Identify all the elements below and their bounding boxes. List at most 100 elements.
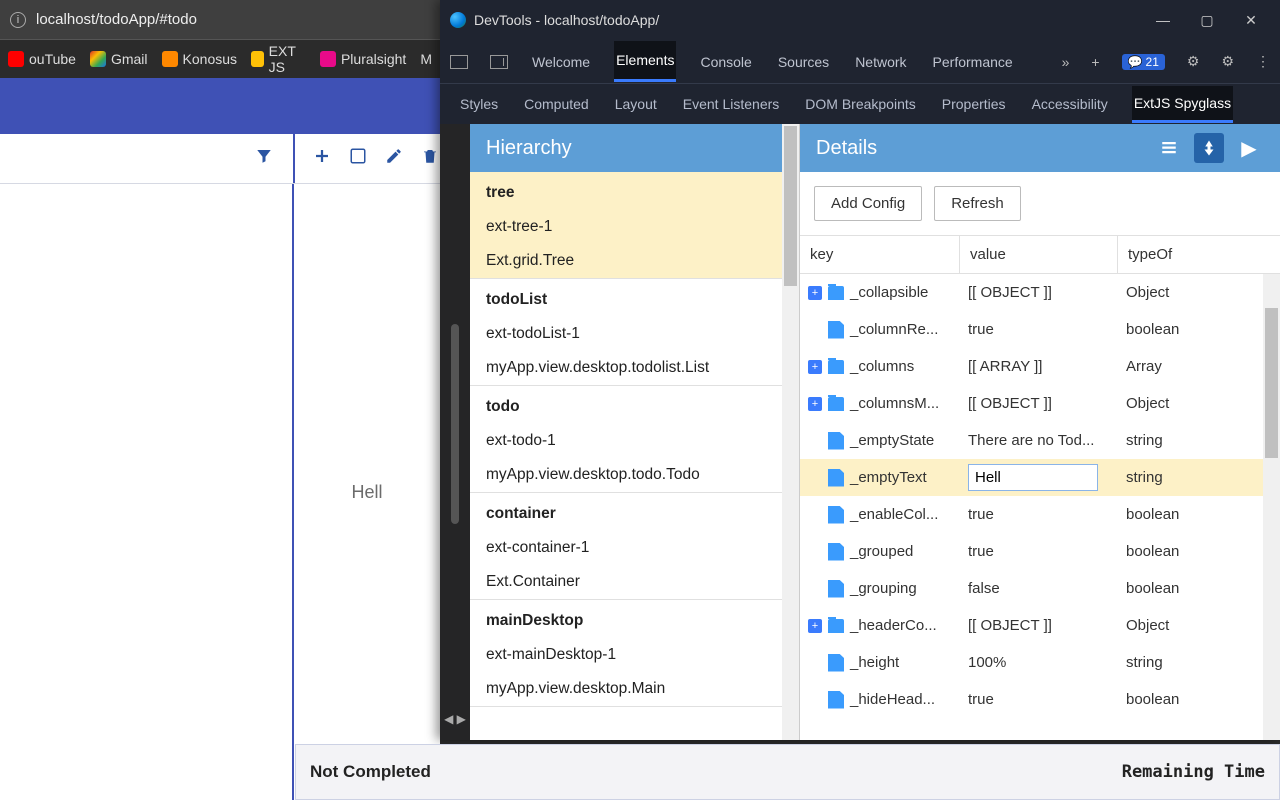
grid-row[interactable]: +_enableCol...trueboolean [800,496,1280,533]
hierarchy-row[interactable]: tree [470,172,799,210]
maximize-button[interactable]: ▢ [1198,12,1216,29]
hierarchy-row[interactable]: ext-container-1 [470,531,799,565]
bookmark-konosus[interactable]: Konosus [162,51,237,67]
trash-icon[interactable] [421,147,439,170]
bookmark-youtube[interactable]: ouTube [8,51,76,67]
subtab-styles[interactable]: Styles [458,87,500,121]
grid-row[interactable]: +_collapsible[[ OBJECT ]]Object [800,274,1280,311]
hierarchy-row[interactable]: todo [470,386,799,424]
grid-row[interactable]: +_height100%string [800,644,1280,681]
key-text: _grouped [850,543,913,560]
details-panel: Details ▶ Add Config Refresh key value t… [800,124,1280,740]
hierarchy-row[interactable]: ext-todo-1 [470,424,799,458]
hierarchy-scrollbar[interactable] [782,124,799,740]
devtools-titlebar[interactable]: DevTools - localhost/todoApp/ — ▢ ✕ [440,0,1280,40]
hierarchy-row[interactable]: myApp.view.desktop.Main [470,672,799,706]
col-value[interactable]: value [960,236,1118,273]
info-icon[interactable]: i [10,12,26,28]
issues-badge[interactable]: 💬21 [1122,54,1165,70]
grid-row[interactable]: +_columnsM...[[ OBJECT ]]Object [800,385,1280,422]
plus-icon[interactable]: + [1091,54,1099,70]
add-icon[interactable] [313,147,331,170]
expand-icon[interactable]: + [808,286,822,300]
hierarchy-row[interactable]: myApp.view.desktop.todolist.List [470,351,799,385]
grid-row[interactable]: +_emptyStateThere are no Tod...string [800,422,1280,459]
key-text: _headerCo... [850,617,937,634]
tree-view-icon[interactable] [1194,133,1224,163]
gutter-arrows[interactable]: ◀ ▶ [440,712,470,726]
key-text: _columnRe... [850,321,938,338]
inspect-icon[interactable] [450,55,468,69]
expand-icon[interactable]: + [808,397,822,411]
tab-network[interactable]: Network [853,43,908,81]
tab-sources[interactable]: Sources [776,43,831,81]
bookmark-pluralsight[interactable]: Pluralsight [320,51,406,67]
grid-row[interactable]: +_groupedtrueboolean [800,533,1280,570]
refresh-button[interactable]: Refresh [934,186,1021,221]
hierarchy-row[interactable]: myApp.view.desktop.todo.Todo [470,458,799,492]
grid-row[interactable]: +_columns[[ ARRAY ]]Array [800,348,1280,385]
gutter-scrollbar[interactable] [451,324,459,524]
bookmark-extjs[interactable]: EXT JS [251,43,306,75]
hierarchy-row[interactable]: Ext.grid.Tree [470,244,799,278]
url-text: localhost/todoApp/#todo [36,11,197,28]
hierarchy-group[interactable]: containerext-container-1Ext.Container [470,493,799,600]
checkbox-icon[interactable] [349,147,367,170]
more-tabs-icon[interactable]: » [1062,54,1070,70]
hierarchy-group[interactable]: treeext-tree-1Ext.grid.Tree [470,172,799,279]
subtab-extjs-spyglass[interactable]: ExtJS Spyglass [1132,86,1233,123]
bookmark-gmail[interactable]: Gmail [90,51,148,67]
tab-elements[interactable]: Elements [614,41,676,82]
file-icon [828,321,844,339]
subtab-event-listeners[interactable]: Event Listeners [681,87,782,121]
hierarchy-row[interactable]: Ext.Container [470,565,799,599]
settings-gear-icon[interactable]: ⚙ [1187,53,1200,70]
tab-performance[interactable]: Performance [931,43,1015,81]
grid-row[interactable]: +_columnRe...trueboolean [800,311,1280,348]
tab-welcome[interactable]: Welcome [530,43,592,81]
grid-row[interactable]: +_hideHead...trueboolean [800,681,1280,718]
hierarchy-group[interactable]: todoext-todo-1myApp.view.desktop.todo.To… [470,386,799,493]
hierarchy-row[interactable]: container [470,493,799,531]
hierarchy-row[interactable]: ext-todoList-1 [470,317,799,351]
hierarchy-group[interactable]: todoListext-todoList-1myApp.view.desktop… [470,279,799,386]
url-bar[interactable]: i localhost/todoApp/#todo [0,0,440,40]
kebab-icon[interactable]: ⋮ [1256,53,1270,70]
edit-icon[interactable] [385,147,403,170]
type-text: string [1118,469,1280,486]
filter-icon[interactable] [255,147,273,170]
hierarchy-group[interactable]: mainDesktopext-mainDesktop-1myApp.view.d… [470,600,799,707]
list-view-icon[interactable] [1154,133,1184,163]
device-icon[interactable] [490,55,508,69]
close-button[interactable]: ✕ [1242,12,1260,29]
folder-icon [828,286,844,300]
details-scrollbar[interactable] [1263,274,1280,740]
app-header [0,78,440,134]
subtab-layout[interactable]: Layout [613,87,659,121]
subtab-dom-breakpoints[interactable]: DOM Breakpoints [803,87,917,121]
col-key[interactable]: key [800,236,960,273]
add-config-button[interactable]: Add Config [814,186,922,221]
tab-console[interactable]: Console [698,43,753,81]
devtools-sub-tabs: Styles Computed Layout Event Listeners D… [440,84,1280,124]
grid-row[interactable]: +_emptyTextstring [800,459,1280,496]
subtab-accessibility[interactable]: Accessibility [1030,87,1110,121]
grid-row[interactable]: +_groupingfalseboolean [800,570,1280,607]
hierarchy-row[interactable]: ext-tree-1 [470,210,799,244]
minimize-button[interactable]: — [1154,12,1172,29]
expand-icon[interactable]: + [808,619,822,633]
settings-icon[interactable]: ⚙ [1221,53,1234,70]
type-text: boolean [1118,506,1280,523]
file-icon [828,580,844,598]
bookmark-m[interactable]: M [420,51,432,67]
hierarchy-row[interactable]: todoList [470,279,799,317]
grid-row[interactable]: +_headerCo...[[ OBJECT ]]Object [800,607,1280,644]
hierarchy-row[interactable]: mainDesktop [470,600,799,638]
expand-icon[interactable]: + [808,360,822,374]
value-input[interactable] [968,464,1098,491]
hierarchy-row[interactable]: ext-mainDesktop-1 [470,638,799,672]
col-typeof[interactable]: typeOf [1118,236,1280,273]
subtab-properties[interactable]: Properties [940,87,1008,121]
expand-icon[interactable]: ▶ [1234,133,1264,163]
subtab-computed[interactable]: Computed [522,87,591,121]
